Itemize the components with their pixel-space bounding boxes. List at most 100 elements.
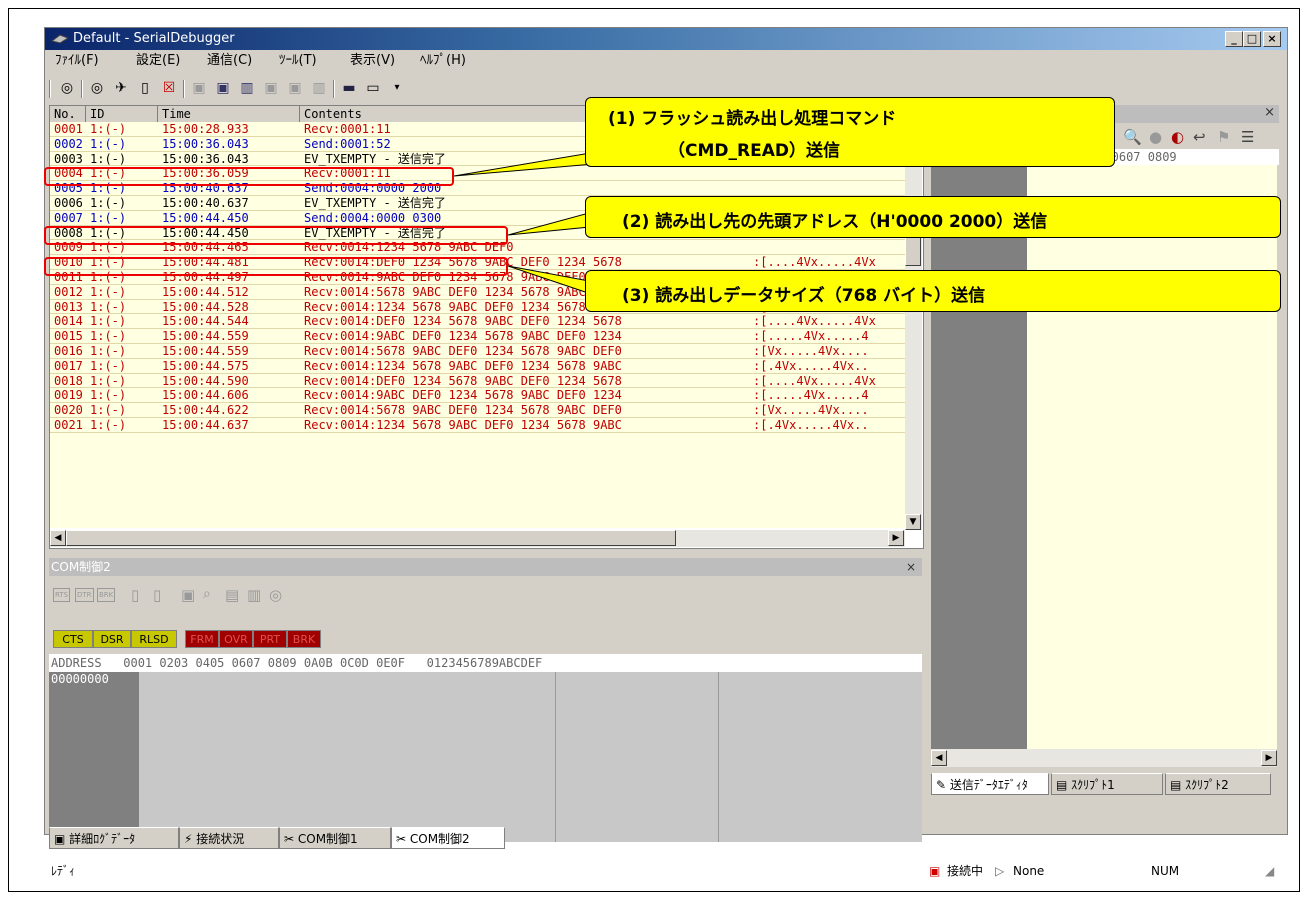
callout-3: (3) 読み出しデータサイズ（768 バイト）送信 — [585, 270, 1281, 312]
com-hex-header: ADDRESS 0001 0203 0405 0607 0809 0A0B 0C… — [49, 654, 922, 672]
menu-help[interactable]: ﾍﾙﾌﾟ(H) — [420, 50, 466, 72]
toolbar-grip — [49, 80, 51, 98]
scroll-left-icon[interactable]: ◀ — [50, 530, 66, 546]
log-vertical-scrollbar[interactable]: ▼ — [905, 106, 922, 530]
col-time[interactable]: Time — [158, 106, 300, 122]
log-row[interactable]: 0016 1:(-) 15:00:44.559 Recv:0014:5678 9ABC… — [50, 344, 905, 359]
connect-icon[interactable]: ✈ — [111, 78, 131, 98]
tab-script1[interactable]: ▤ ｽｸﾘﾌﾟﾄ1 — [1051, 773, 1163, 795]
pane-close-icon[interactable]: × — [906, 558, 916, 576]
copy-icon[interactable]: ▥ — [247, 586, 261, 604]
right-horizontal-scrollbar[interactable]: ◀ ▶ — [931, 749, 1277, 767]
log-no-cell: 0020 — [54, 403, 83, 418]
highlight-row-0007 — [44, 257, 508, 276]
tab-send-data-editor[interactable]: ✎ 送信ﾃﾞｰﾀｴﾃﾞｨﾀ — [931, 773, 1049, 795]
search-icon[interactable]: ⌕ — [203, 586, 211, 602]
signal-brk: BRK — [287, 630, 321, 648]
log-time-cell: 15:00:44.622 — [162, 403, 249, 418]
callout-2-line1: (2) 読み出し先の先頭アドレス（H'0000 2000）送信 — [622, 212, 1048, 232]
right-data-area[interactable] — [1027, 165, 1277, 749]
log-contents-cell: Recv:0014:1234 5678 9ABC DEF0 1234 5678 … — [304, 417, 622, 432]
menu-view[interactable]: 表示(V) — [350, 50, 395, 72]
scroll-down-icon[interactable]: ▼ — [905, 514, 921, 530]
settings-icon[interactable]: ◎ — [269, 586, 282, 604]
pane-close-icon[interactable]: × — [1264, 105, 1275, 120]
macro-icon[interactable]: ▥ — [309, 78, 329, 98]
scroll-right-icon[interactable]: ▶ — [1261, 750, 1277, 766]
new-icon[interactable]: ▯ — [131, 586, 139, 604]
menu-bar: ﾌｧｲﾙ(F) 設定(E) 通信(C) ﾂｰﾙ(T) 表示(V) ﾍﾙﾌﾟ(H) — [45, 50, 1287, 72]
undo-icon[interactable]: ↩ — [1193, 125, 1206, 149]
scroll-right-icon[interactable]: ▶ — [888, 530, 904, 546]
port-settings-icon[interactable]: ◎ — [87, 78, 107, 98]
log-row[interactable]: 0015 1:(-) 15:00:44.559 Recv:0014:9ABC DEF0… — [50, 329, 905, 344]
tab-com-control2[interactable]: ✂ COM制御2 — [391, 827, 505, 849]
record-icon[interactable]: ● — [1149, 125, 1162, 149]
new-document-icon[interactable]: ▯ — [135, 78, 155, 98]
clear-icon[interactable]: ☒ — [159, 78, 179, 98]
open-port-icon[interactable]: ◎ — [57, 78, 77, 98]
log-icon[interactable]: ▥ — [237, 78, 257, 98]
close-button[interactable]: × — [1263, 31, 1281, 47]
flag-icon[interactable]: ⚑ — [1217, 125, 1230, 149]
tab-label: 接続状況 — [196, 832, 245, 846]
tab-com-control1[interactable]: ✂ COM制御1 — [279, 827, 391, 849]
toolbar-overflow-icon[interactable]: ▾ — [387, 78, 407, 98]
title-bar: Default - SerialDebugger _ □ × — [45, 28, 1287, 50]
signal-cts: CTS — [53, 630, 93, 648]
col-id[interactable]: ID — [86, 106, 158, 122]
log-row[interactable]: 0018 1:(-) 15:00:44.590 Recv:0014:DEF0 1234… — [50, 374, 905, 389]
tab-script2[interactable]: ▤ ｽｸﾘﾌﾟﾄ2 — [1165, 773, 1271, 795]
log-row[interactable]: 0014 1:(-) 15:00:44.544 Recv:0014:DEF0 1234… — [50, 314, 905, 330]
hex-area[interactable] — [139, 672, 556, 842]
step-icon[interactable]: ▣ — [261, 78, 281, 98]
brk-button[interactable]: BRK — [97, 588, 116, 602]
log-contents-cell: Recv:0014:DEF0 1234 5678 9ABC DEF0 1234 … — [304, 314, 622, 329]
com-hex-body: 00000000 — [49, 672, 922, 842]
list-icon[interactable]: ▤ — [225, 586, 239, 604]
status-bar: ﾚﾃﾞｨ ▣ 接続中 ▷ None NUM ◢ — [45, 858, 1287, 884]
tab-detail-log[interactable]: ▣ 詳細ﾛｸﾞﾃﾞｰﾀ — [49, 827, 179, 849]
log-time-cell: 15:00:44.559 — [162, 329, 249, 344]
tab-connection-status[interactable]: ⚡ 接続状況 — [179, 827, 279, 849]
log-ascii-cell: :[.....4Vx.....4 — [753, 388, 869, 403]
run-icon[interactable]: ◐ — [1171, 125, 1184, 149]
search-icon[interactable]: 🔍 — [1123, 125, 1142, 149]
menu-file[interactable]: ﾌｧｲﾙ(F) — [55, 50, 99, 72]
comment-icon[interactable]: ▭ — [363, 78, 383, 98]
dtr-button[interactable]: DTR — [75, 588, 94, 602]
com-hex-header-text: ADDRESS 0001 0203 0405 0607 0809 0A0B 0C… — [51, 656, 543, 670]
menu-tools[interactable]: ﾂｰﾙ(T) — [279, 50, 317, 72]
send-icon[interactable]: ▣ — [189, 78, 209, 98]
col-no[interactable]: No. — [50, 106, 86, 122]
log-id-cell: 1:(-) — [90, 195, 127, 210]
log-time-cell: 15:00:28.933 — [162, 122, 249, 136]
log-horizontal-scrollbar[interactable]: ◀ ▶ — [50, 530, 905, 547]
menu-comm[interactable]: 通信(C) — [207, 50, 252, 72]
tab-label: 送信ﾃﾞｰﾀｴﾃﾞｨﾀ — [949, 778, 1028, 792]
menu-settings[interactable]: 設定(E) — [136, 50, 180, 72]
highlight-row-0002 — [44, 167, 454, 186]
save-icon[interactable]: ▣ — [181, 586, 195, 604]
rts-button[interactable]: RTS — [53, 588, 71, 602]
open-icon[interactable]: ▯ — [153, 586, 161, 604]
log-row[interactable]: 0019 1:(-) 15:00:44.606 Recv:0014:9ABC DEF0… — [50, 388, 905, 404]
resize-grip-icon[interactable]: ◢ — [1265, 858, 1274, 884]
maximize-button[interactable]: □ — [1243, 31, 1261, 47]
log-row[interactable]: 0021 1:(-) 15:00:44.637 Recv:0014:1234 5678… — [50, 418, 905, 433]
callout-1-line1: (1) フラッシュ読み出し処理コマンド — [608, 109, 897, 129]
scroll-left-icon[interactable]: ◀ — [931, 750, 947, 766]
status-num: NUM — [1151, 864, 1180, 878]
log-row[interactable]: 0020 1:(-) 15:00:44.622 Recv:0014:5678 9ABC… — [50, 403, 905, 418]
terminal-icon[interactable]: ▬ — [339, 78, 359, 98]
minimize-button[interactable]: _ — [1225, 31, 1243, 47]
log-row[interactable]: 0017 1:(-) 15:00:44.575 Recv:0014:1234 5678… — [50, 359, 905, 374]
com-toolbar: RTS DTR BRK ▯ ▯ ▣ ⌕ ▤ ▥ ◎ — [53, 584, 553, 610]
hscroll-thumb[interactable] — [66, 530, 676, 546]
status-ready: ﾚﾃﾞｨ — [51, 864, 76, 878]
list-icon[interactable]: ☰ — [1241, 125, 1254, 149]
ascii-area[interactable] — [556, 672, 719, 842]
script-icon[interactable]: ▣ — [285, 78, 305, 98]
log-contents-cell: Send:0001:52 — [304, 136, 391, 151]
send-file-icon[interactable]: ▣ — [213, 78, 233, 98]
